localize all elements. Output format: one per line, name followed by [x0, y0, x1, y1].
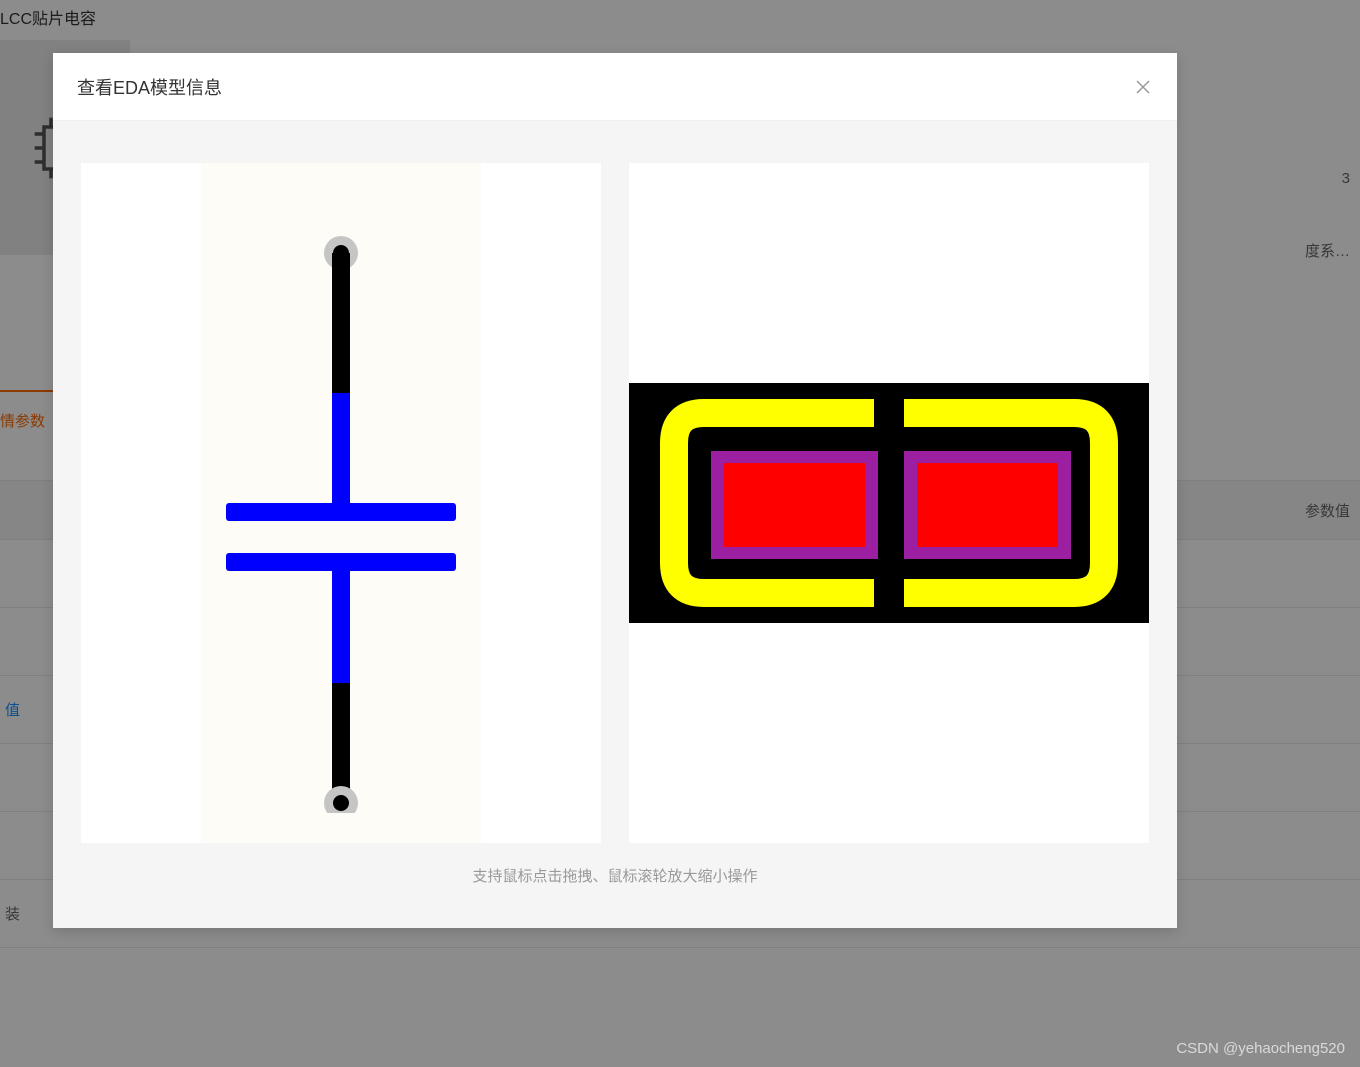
close-icon [1135, 79, 1151, 95]
eda-model-modal: 查看EDA模型信息 [53, 53, 1177, 928]
smd-footprint[interactable] [629, 383, 1149, 623]
watermark: CSDN @yehaocheng520 [1176, 1040, 1345, 1057]
modal-title: 查看EDA模型信息 [77, 74, 222, 100]
interaction-hint: 支持鼠标点击拖拽、鼠标滚轮放大缩小操作 [53, 865, 1177, 886]
capacitor-schematic-symbol[interactable] [191, 193, 491, 813]
close-button[interactable] [1133, 77, 1153, 97]
modal-header: 查看EDA模型信息 [53, 53, 1177, 121]
modal-body [53, 121, 1177, 843]
footprint-pane[interactable] [629, 163, 1149, 843]
schematic-pane[interactable] [81, 163, 601, 843]
